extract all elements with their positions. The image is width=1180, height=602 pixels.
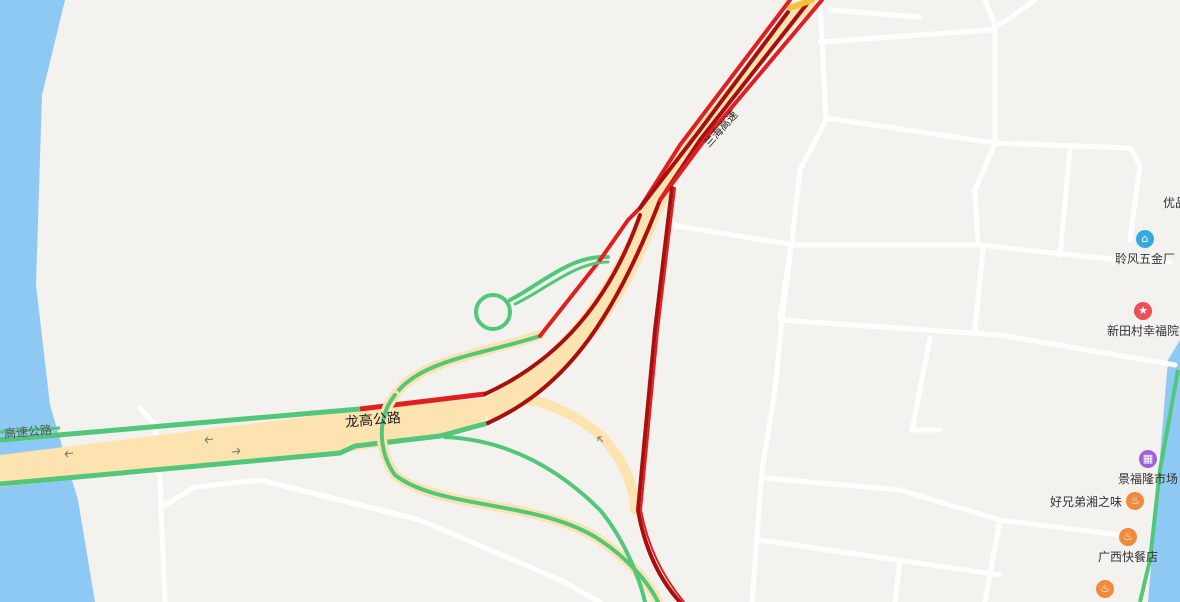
poi-restaurant-haoxiongdi[interactable]: 好兄弟湘之味 ♨	[1050, 492, 1145, 510]
poi-label: 景福隆市场	[1118, 472, 1179, 486]
poi-market[interactable]: ▦ 景福隆市场	[1118, 450, 1178, 487]
map-canvas[interactable]: 龙高公路 兰海高速 高速公路 优品 ⌂ 聆风五金厂 ★ 新田村幸福院 ▦ 景福隆…	[0, 0, 1180, 602]
market-icon: ▦	[1139, 450, 1157, 468]
poi-label: 优品	[1163, 196, 1180, 210]
poi-label: 好兄弟湘之味	[1050, 494, 1123, 509]
poi-welfare-home[interactable]: ★ 新田村幸福院	[1107, 302, 1179, 339]
main-road-body	[0, 398, 485, 487]
poi-label: 广西快餐店	[1098, 550, 1159, 564]
poi-youpin[interactable]: 优品	[1163, 194, 1180, 211]
river	[0, 0, 95, 602]
restaurant-icon: ♨	[1119, 528, 1137, 546]
poi-restaurant-bottom[interactable]: ♨	[1096, 580, 1118, 598]
poi-label: 新田村幸福院	[1107, 324, 1180, 338]
star-icon: ★	[1134, 302, 1152, 320]
poi-hardware-factory[interactable]: ⌂ 聆风五金厂	[1115, 230, 1175, 267]
poi-label: 聆风五金厂	[1115, 252, 1176, 266]
map-base-layer	[0, 0, 1180, 602]
restaurant-icon: ♨	[1126, 492, 1145, 510]
restaurant-icon: ♨	[1096, 580, 1114, 598]
poi-guangxi-fastfood[interactable]: ♨ 广西快餐店	[1098, 528, 1158, 565]
shop-icon: ⌂	[1136, 230, 1154, 248]
